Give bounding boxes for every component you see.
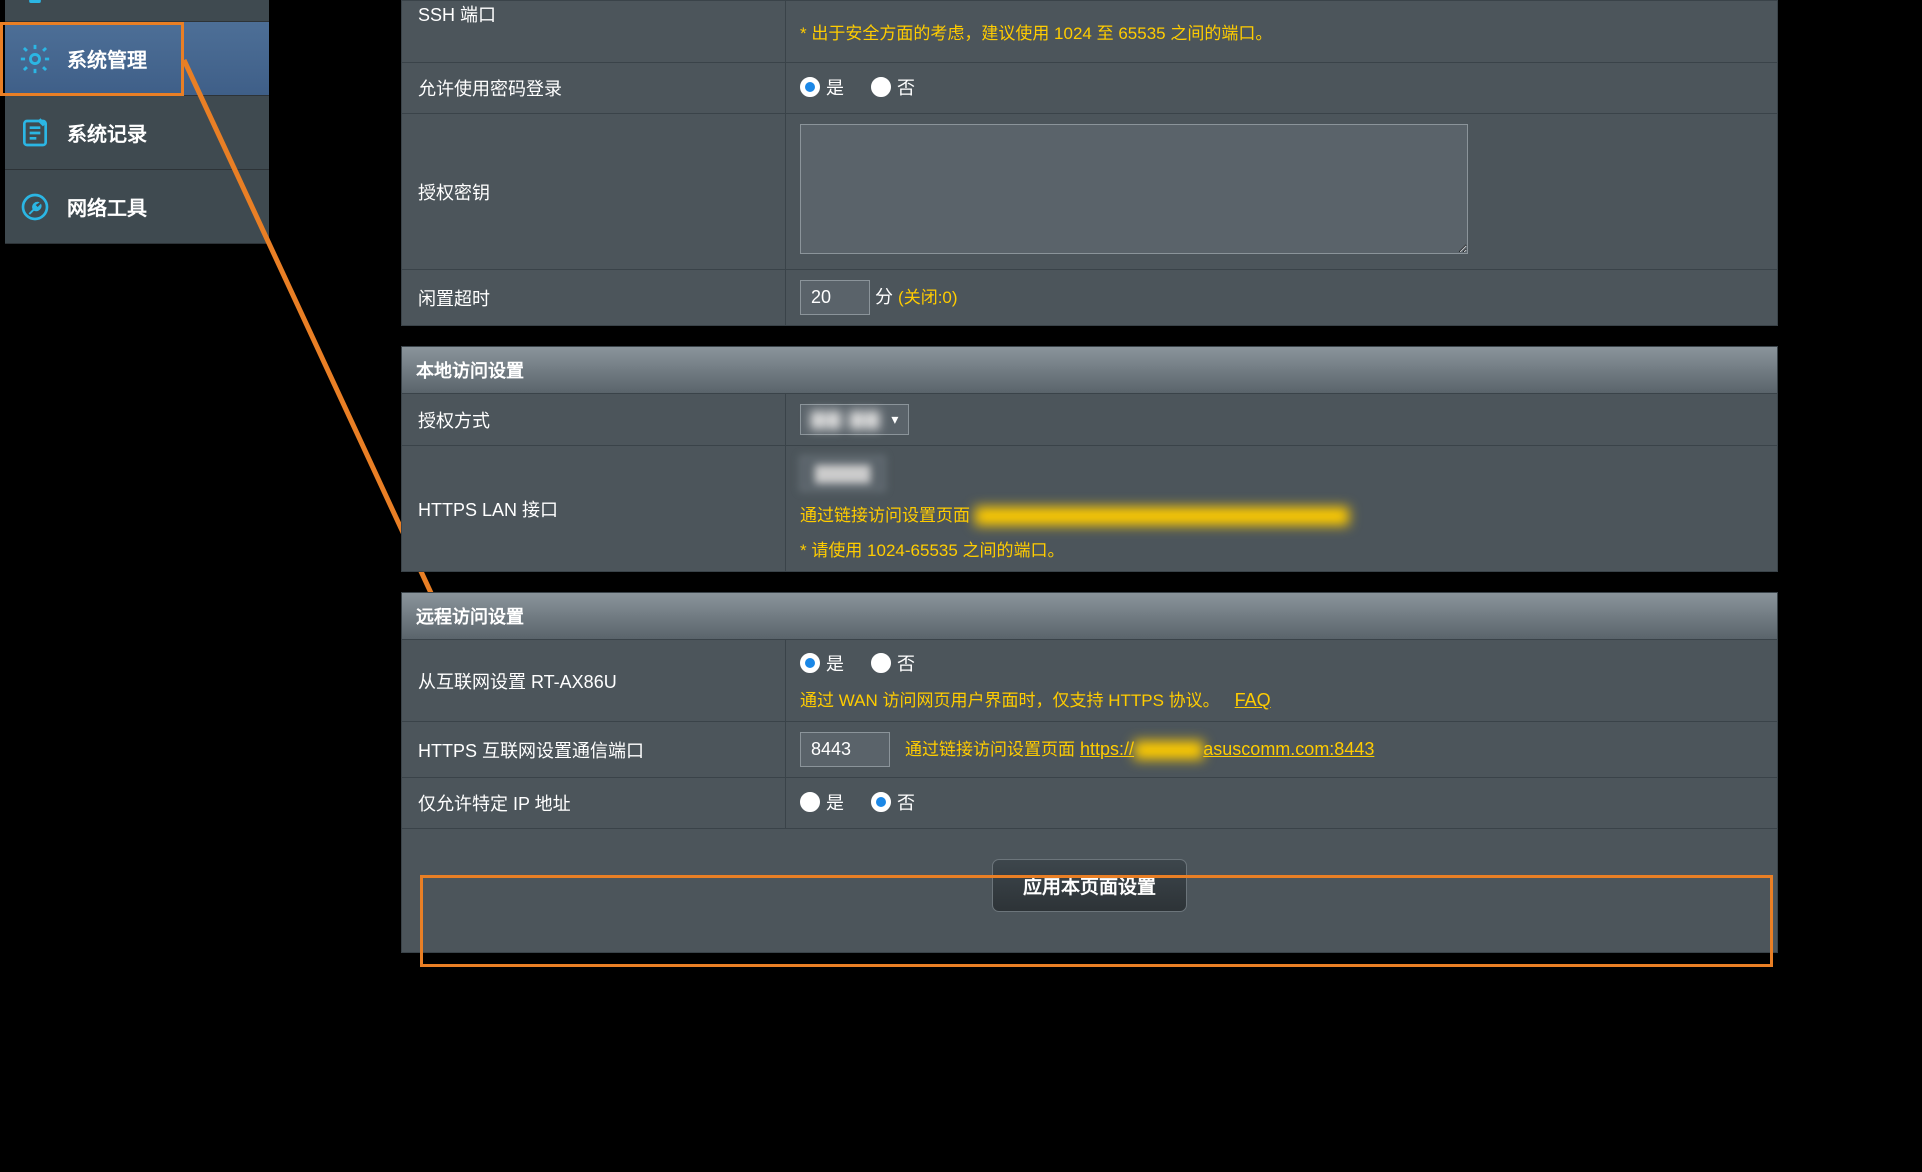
sidebar-item-system-admin[interactable]: 系统管理 <box>5 22 269 96</box>
idle-timeout-unit: 分 <box>875 287 893 307</box>
faq-link[interactable]: FAQ <box>1235 690 1271 710</box>
globe-icon <box>17 0 53 21</box>
row-auth-key: 授权密钥 <box>402 114 1778 270</box>
https-wan-link-redacted: ▇▇▇▇▇ <box>1134 739 1203 759</box>
row-https-lan-port: HTTPS LAN 接口 ▇▇▇▇ 通过链接访问设置页面 ▇▇▇▇▇▇▇▇▇▇▇… <box>402 446 1778 572</box>
https-lan-port-input[interactable]: ▇▇▇▇ <box>800 456 885 491</box>
https-wan-link[interactable]: https://▇▇▇▇▇asuscomm.com:8443 <box>1080 739 1374 759</box>
radio-yes[interactable]: 是 <box>800 650 844 676</box>
idle-timeout-input[interactable] <box>800 280 870 315</box>
sidebar-item-label: 网络工具 <box>67 192 147 221</box>
radio-no[interactable]: 否 <box>871 650 915 676</box>
row-enable-from-wan: 从互联网设置 RT-AX86U 是 否 通过 WAN 访问网页用户界面时，仅支持… <box>402 640 1778 722</box>
radio-yes[interactable]: 是 <box>800 789 844 815</box>
ssh-port-hint: * 出于安全方面的考虑，建议使用 1024 至 65535 之间的端口。 <box>800 24 1272 43</box>
auth-method-select[interactable]: ▇▇ ▇▇ ▾ <box>800 404 909 435</box>
row-label: 从互联网设置 RT-AX86U <box>418 672 617 692</box>
sidebar-item-system-log[interactable]: 系统记录 <box>5 96 269 170</box>
row-label: HTTPS 互联网设置通信端口 <box>418 741 644 761</box>
row-label: 授权方式 <box>418 411 490 431</box>
row-auth-method: 授权方式 ▇▇ ▇▇ ▾ <box>402 394 1778 446</box>
sidebar: 系统管理 系统记录 网络工具 <box>5 0 269 244</box>
log-icon <box>17 115 53 151</box>
row-idle-timeout: 闲置超时 分 (关闭:0) <box>402 270 1778 326</box>
row-ssh-port: SSH 端口 * 出于安全方面的考虑，建议使用 1024 至 65535 之间的… <box>402 1 1778 63</box>
gear-icon <box>17 41 53 77</box>
row-label: HTTPS LAN 接口 <box>418 500 558 520</box>
row-label: SSH 端口 <box>418 5 496 25</box>
row-label: 闲置超时 <box>418 289 490 309</box>
row-only-specific-ip: 仅允许特定 IP 地址 是 否 <box>402 778 1778 829</box>
settings-content: SSH 端口 * 出于安全方面的考虑，建议使用 1024 至 65535 之间的… <box>401 0 1778 953</box>
idle-timeout-off: (关闭:0) <box>898 288 958 307</box>
sidebar-item-partial[interactable] <box>5 0 269 22</box>
https-wan-link-prefix: 通过链接访问设置页面 <box>905 740 1075 759</box>
apply-row: 应用本页面设置 <box>401 829 1778 953</box>
radio-no[interactable]: 否 <box>871 789 915 815</box>
apply-button[interactable]: 应用本页面设置 <box>992 859 1187 912</box>
auth-key-textarea[interactable] <box>800 124 1468 254</box>
https-wan-port-input[interactable] <box>800 732 890 767</box>
section-local-access: 本地访问设置 <box>401 346 1778 393</box>
row-label: 允许使用密码登录 <box>418 79 562 99</box>
sidebar-item-label: 系统记录 <box>67 118 147 147</box>
row-label: 仅允许特定 IP 地址 <box>418 794 571 814</box>
wrench-icon <box>17 189 53 225</box>
radio-yes[interactable]: 是 <box>800 74 844 100</box>
chevron-down-icon: ▾ <box>891 411 898 428</box>
https-lan-link-redacted: ▇▇▇▇▇▇▇▇▇▇▇▇▇▇▇▇▇▇▇▇▇▇▇▇▇▇▇ <box>975 505 1349 525</box>
https-lan-link-prefix: 通过链接访问设置页面 <box>800 506 970 525</box>
row-label: 授权密钥 <box>418 183 490 203</box>
radio-no[interactable]: 否 <box>871 74 915 100</box>
row-https-wan-port: HTTPS 互联网设置通信端口 通过链接访问设置页面 https://▇▇▇▇▇… <box>402 722 1778 778</box>
https-lan-hint: * 请使用 1024-65535 之间的端口。 <box>800 541 1065 560</box>
wan-note: 通过 WAN 访问网页用户界面时，仅支持 HTTPS 协议。 <box>800 691 1220 710</box>
sidebar-item-network-tools[interactable]: 网络工具 <box>5 170 269 244</box>
section-remote-access: 远程访问设置 <box>401 592 1778 639</box>
sidebar-item-label: 系统管理 <box>67 44 147 73</box>
row-allow-pwd-login: 允许使用密码登录 是 否 <box>402 63 1778 114</box>
